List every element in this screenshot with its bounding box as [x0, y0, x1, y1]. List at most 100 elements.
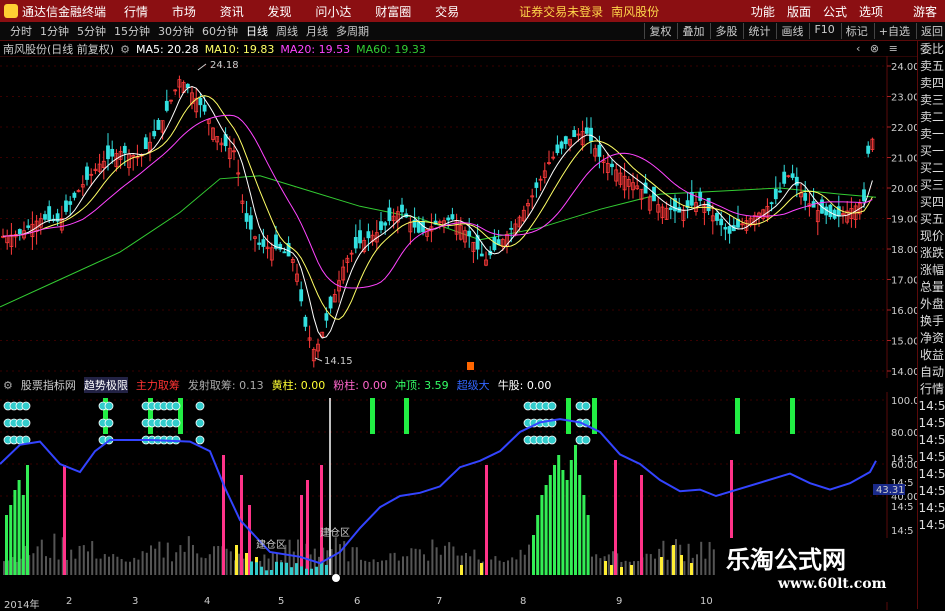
settings-gear-icon[interactable]: ⚙: [120, 43, 130, 56]
side-panel-item[interactable]: 涨幅: [918, 262, 945, 279]
menu-news[interactable]: 资讯: [220, 5, 244, 19]
side-panel-item[interactable]: 买二: [918, 160, 945, 177]
indicator-yellow-label: 黄柱: 0.00: [271, 379, 326, 392]
period-multi[interactable]: 多周期: [336, 23, 369, 39]
period-monthly[interactable]: 月线: [306, 23, 328, 39]
yellow-bar: [630, 565, 633, 575]
period-30min[interactable]: 30分钟: [158, 23, 194, 39]
side-panel-item[interactable]: 14:5: [918, 449, 945, 466]
side-panel-item[interactable]: 收益: [918, 347, 945, 364]
kline-chart[interactable]: 24.00 23.00 22.00 21.00 20.00 19.00 18.00 17.00…: [0, 56, 917, 378]
time-label: 14:5: [891, 502, 913, 513]
menu-quotes[interactable]: 行情: [124, 5, 148, 19]
period-5min[interactable]: 5分钟: [77, 23, 106, 39]
side-panel-item[interactable]: 14:5: [918, 483, 945, 500]
x-tick-oct: 10: [700, 596, 713, 607]
indicator-gear-icon[interactable]: ⚙: [3, 379, 13, 392]
side-panel-item[interactable]: 买五: [918, 211, 945, 228]
side-panel-item[interactable]: 14:5: [918, 415, 945, 432]
side-panel-item[interactable]: 14:5: [918, 398, 945, 415]
menu-icon[interactable]: ≡: [889, 42, 898, 55]
menu-discover[interactable]: 发现: [268, 5, 292, 19]
side-panel-item[interactable]: 卖五: [918, 58, 945, 75]
menu-formula[interactable]: 公式: [821, 3, 849, 20]
bg-bar: [175, 552, 178, 575]
menu-trade[interactable]: 交易: [435, 5, 459, 19]
mark-button[interactable]: 标记: [840, 23, 868, 39]
login-warning[interactable]: 证券交易未登录: [519, 3, 603, 20]
side-panel-item[interactable]: 自动: [918, 364, 945, 381]
candle-body: [85, 166, 89, 180]
period-60min[interactable]: 60分钟: [202, 23, 238, 39]
side-panel-item[interactable]: 现价: [918, 228, 945, 245]
candle-body: [64, 200, 68, 212]
cyan-bar: [285, 562, 288, 575]
menu-market[interactable]: 市场: [172, 5, 196, 19]
side-panel-item[interactable]: 总量: [918, 279, 945, 296]
side-panel-item[interactable]: 换手: [918, 313, 945, 330]
multi-stock-button[interactable]: 多股: [710, 23, 737, 39]
period-weekly[interactable]: 周线: [276, 23, 298, 39]
bg-bar: [448, 542, 451, 575]
period-15min[interactable]: 15分钟: [114, 23, 150, 39]
green-bar: [553, 465, 556, 575]
candle-body: [479, 253, 484, 257]
period-intraday[interactable]: 分时: [10, 23, 32, 39]
side-panel-item[interactable]: 买一: [918, 143, 945, 160]
menu-options[interactable]: 选项: [857, 3, 885, 20]
period-1min[interactable]: 1分钟: [40, 23, 69, 39]
side-panel-item[interactable]: 净资: [918, 330, 945, 347]
side-panel-item[interactable]: 外盘: [918, 296, 945, 313]
bg-bar: [129, 561, 131, 575]
x-tick-apr: 4: [204, 596, 211, 607]
signal-block: [404, 398, 409, 434]
bg-bar: [78, 545, 81, 575]
draw-button[interactable]: 画线: [776, 23, 803, 39]
menu-function[interactable]: 功能: [749, 3, 777, 20]
side-panel-item[interactable]: 14:5: [918, 466, 945, 483]
buy-signal-icon[interactable]: [332, 574, 340, 582]
stats-button[interactable]: 统计: [743, 23, 770, 39]
x-tick-may: 5: [278, 596, 285, 607]
signal-circle-icon: [547, 435, 557, 445]
pink-bar: [300, 495, 303, 575]
side-panel-item[interactable]: 委比: [918, 41, 945, 58]
watermark-title: 乐淘公式网: [726, 546, 846, 574]
side-panel-item[interactable]: 卖三: [918, 92, 945, 109]
f10-button[interactable]: F10: [809, 23, 835, 39]
candle-body: [202, 104, 207, 112]
menu-wealth[interactable]: 财富圈: [375, 5, 411, 19]
bg-bar: [368, 561, 371, 575]
side-panel-item[interactable]: 14:5: [918, 517, 945, 534]
bg-bar: [666, 559, 669, 575]
side-panel-item[interactable]: 14:5: [918, 500, 945, 517]
menu-guest[interactable]: 游客: [911, 3, 939, 20]
adjust-button[interactable]: 复权: [644, 23, 671, 39]
side-panel-item[interactable]: 涨跌: [918, 245, 945, 262]
menu-layout[interactable]: 版面: [785, 3, 813, 20]
candle-body: [668, 207, 673, 210]
cyan-bar: [270, 569, 273, 575]
bg-bar: [414, 548, 417, 575]
side-panel-item[interactable]: 14:5: [918, 432, 945, 449]
candle-body: [450, 214, 455, 220]
back-button[interactable]: 返回: [916, 23, 943, 39]
side-panel-item[interactable]: 买三: [918, 177, 945, 194]
add-favorite-button[interactable]: +自选: [873, 23, 910, 39]
event-marker-icon[interactable]: [467, 362, 474, 370]
bg-bar: [511, 557, 514, 575]
menu-ask[interactable]: 问小达: [315, 5, 351, 19]
side-panel-item[interactable]: 卖四: [918, 75, 945, 92]
side-panel-item[interactable]: 卖一: [918, 126, 945, 143]
overlay-button[interactable]: 叠加: [677, 23, 704, 39]
side-panel-item[interactable]: 卖二: [918, 109, 945, 126]
pink-bar: [485, 465, 488, 575]
x-tick-sep: 9: [616, 596, 623, 607]
side-panel-item[interactable]: 行情: [918, 381, 945, 398]
close-icon[interactable]: ⊗: [870, 42, 879, 55]
period-daily[interactable]: 日线: [246, 23, 268, 39]
ma60-label: MA60: 19.33: [356, 42, 426, 56]
bg-bar: [192, 544, 194, 575]
chevron-left-icon[interactable]: ‹: [856, 42, 860, 55]
side-panel-item[interactable]: 买四: [918, 194, 945, 211]
